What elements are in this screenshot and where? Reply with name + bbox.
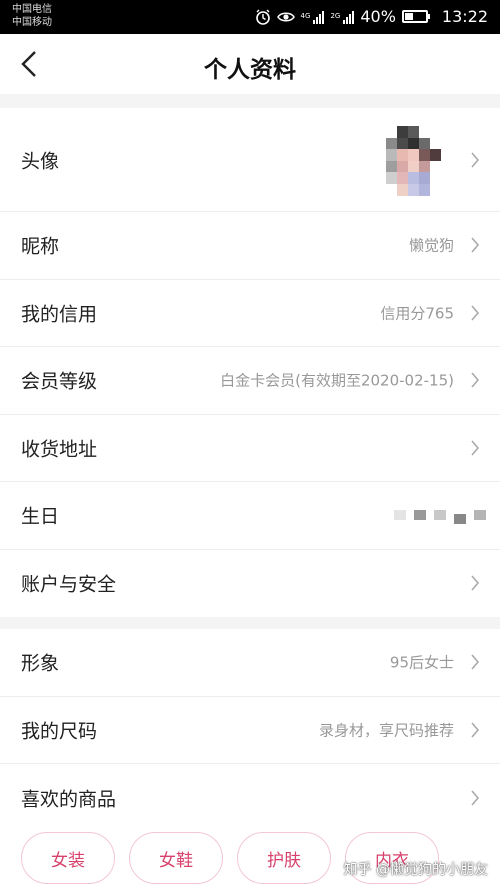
tag-chip[interactable]: 女鞋: [129, 832, 223, 884]
chevron-right-icon: [471, 440, 480, 456]
carrier-2: 中国移动: [12, 17, 52, 28]
row-label: 账户与安全: [21, 573, 117, 596]
image-row[interactable]: 形象 95后女士: [0, 629, 500, 697]
chevron-right-icon: [471, 790, 480, 806]
avatar-row[interactable]: 头像: [0, 108, 500, 212]
style-section: 形象 95后女士 我的尺码 录身材，享尺码推荐 喜欢的商品: [0, 629, 500, 832]
row-label: 喜欢的商品: [21, 788, 117, 811]
image-value: 95后女士: [389, 653, 454, 672]
membership-value: 白金卡会员(有效期至2020-02-15): [220, 371, 454, 390]
account-security-row[interactable]: 账户与安全: [0, 550, 500, 618]
row-label: 昵称: [21, 235, 60, 258]
status-bar: 中国电信 中国移动 4G 2G 40% 13:22: [0, 0, 500, 34]
row-label: 我的信用: [21, 303, 98, 326]
tag-chip[interactable]: 女装: [21, 832, 115, 884]
carrier-info: 中国电信 中国移动: [12, 3, 52, 29]
alarm-icon: [255, 9, 270, 25]
eye-comfort-icon: [276, 12, 295, 21]
chevron-right-icon: [471, 305, 480, 321]
battery-icon: [401, 10, 428, 23]
tag-chip[interactable]: 护肤: [237, 832, 331, 884]
chevron-right-icon: [471, 654, 480, 670]
page-title: 个人资料: [204, 57, 296, 83]
size-value: 录身材，享尺码推荐: [318, 721, 454, 740]
credit-row[interactable]: 我的信用 信用分765: [0, 280, 500, 347]
row-label: 收货地址: [21, 438, 98, 461]
watermark: 知乎 @懒觉狗的小朋友: [343, 862, 488, 878]
row-label: 生日: [21, 505, 60, 528]
carrier-1: 中国电信: [12, 4, 52, 15]
row-label: 头像: [21, 150, 60, 172]
chevron-right-icon: [471, 151, 480, 168]
nickname-value: 懒觉狗: [408, 236, 454, 255]
chevron-right-icon: [471, 237, 480, 253]
row-label: 会员等级: [21, 370, 98, 393]
network-type-2: 2G: [330, 12, 341, 20]
chevron-right-icon: [471, 372, 480, 388]
row-label: 形象: [21, 652, 60, 675]
network-type-1: 4G: [300, 12, 311, 20]
favorite-products-row[interactable]: 喜欢的商品: [0, 764, 500, 832]
address-row[interactable]: 收货地址: [0, 415, 500, 482]
avatar[interactable]: [386, 126, 452, 196]
chevron-right-icon: [471, 575, 480, 591]
signal-icon: [313, 10, 325, 24]
battery-percent: 40%: [360, 7, 396, 26]
membership-row[interactable]: 会员等级 白金卡会员(有效期至2020-02-15): [0, 347, 500, 415]
chevron-right-icon: [471, 722, 480, 738]
profile-section: 头像 昵称 懒觉狗 我的信用 信用分765 会员等级 白金卡会员(有效期至202…: [0, 108, 500, 617]
clock: 13:22: [441, 7, 488, 26]
birthday-row[interactable]: 生日: [0, 482, 500, 550]
credit-value: 信用分765: [380, 304, 454, 323]
signal-icon: [343, 10, 355, 24]
nav-bar: 个人资料: [0, 34, 500, 94]
birthday-value-pixelated: [394, 506, 486, 525]
size-row[interactable]: 我的尺码 录身材，享尺码推荐: [0, 697, 500, 764]
nickname-row[interactable]: 昵称 懒觉狗: [0, 212, 500, 280]
row-label: 我的尺码: [21, 720, 98, 743]
